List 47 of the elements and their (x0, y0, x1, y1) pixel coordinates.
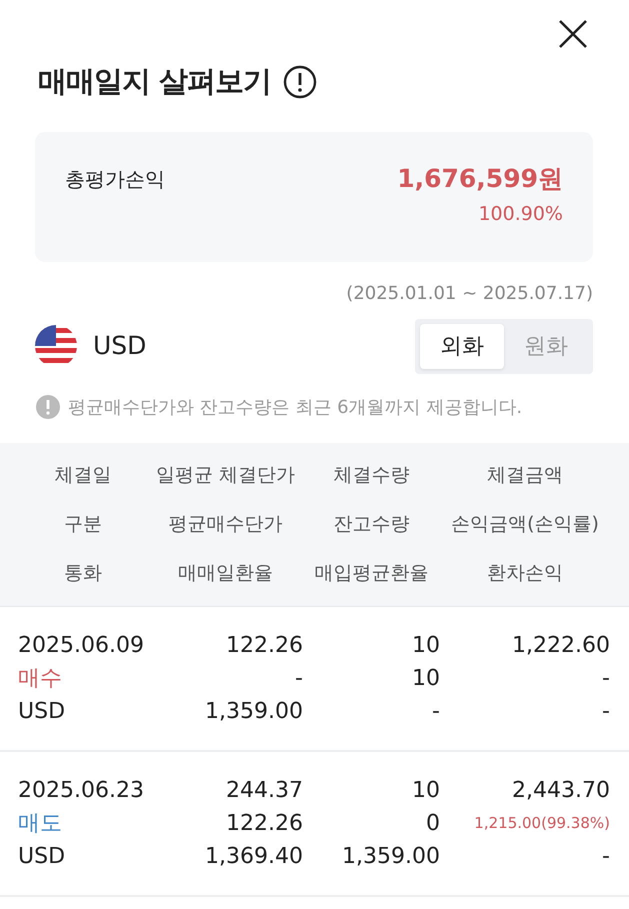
table-cell-text: 1,215.00(99.38%) (473, 812, 610, 834)
table-cell-text: - (601, 842, 610, 870)
table-cell-text: 10 (411, 632, 440, 660)
date-range: (2025.01.01 ~ 2025.07.17) (346, 282, 593, 304)
dialog-title: 매매일지 살펴보기 (38, 63, 272, 100)
column-header: 일평균 체결단가 (154, 462, 296, 488)
table-cell-text: 244.37 (225, 776, 303, 804)
column-header: 환차손익 (486, 560, 564, 586)
summary-label: 총평가손익 (65, 166, 165, 192)
table-cell-text: 1,359.00 (341, 842, 440, 870)
column-header: 평균매수단가 (168, 512, 284, 536)
total-profit: 1,676,599원 (397, 164, 563, 194)
table-cell-text: 10 (411, 776, 440, 804)
table-cell-text: 0 (425, 810, 440, 838)
table-cell-text: 1,369.40 (204, 842, 303, 870)
table-cell-text: - (601, 698, 610, 726)
currency-code: USD (93, 330, 146, 362)
table-cell-text: - (294, 664, 303, 692)
column-header: 잔고수량 (332, 512, 410, 536)
table-cell-text: 1,359.00 (204, 698, 303, 726)
table-cell-text: 10 (411, 664, 440, 692)
column-header: 체결금액 (486, 462, 564, 488)
table-cell-text: 2,443.70 (511, 776, 610, 804)
table-cell-text: 2025.06.23 (18, 776, 145, 804)
notice-icon (36, 395, 60, 419)
table-cell-text: USD (18, 698, 66, 726)
table-cell-text: 매도 (18, 810, 63, 838)
column-header: 매매일환율 (177, 560, 274, 586)
table-cell-text: 매수 (18, 664, 63, 692)
table-cell-text: USD (18, 842, 66, 870)
column-header: 구분 (63, 512, 103, 536)
column-header: 체결일 (54, 462, 112, 488)
column-header: 손익금액(손익률) (450, 512, 600, 536)
table-cell-text: 122.26 (225, 632, 303, 660)
table-cell-text: 122.26 (225, 810, 303, 838)
notice-text: 평균매수단가와 잔고수량은 최근 6개월까지 제공합니다. (68, 396, 522, 420)
column-header: 통화 (63, 560, 103, 586)
column-header: 체결수량 (332, 462, 410, 488)
table-cell-text: 2025.06.09 (18, 632, 145, 660)
column-header: 매입평균환율 (314, 560, 430, 586)
toggle-tab[interactable]: 외화 (420, 324, 504, 368)
table-cell-text: - (601, 664, 610, 692)
table-cell-text: - (431, 698, 440, 726)
info-icon[interactable] (283, 64, 318, 99)
close-icon[interactable] (557, 18, 589, 50)
profit-rate: 100.90% (477, 202, 563, 226)
table-cell-text: 1,222.60 (511, 632, 610, 660)
